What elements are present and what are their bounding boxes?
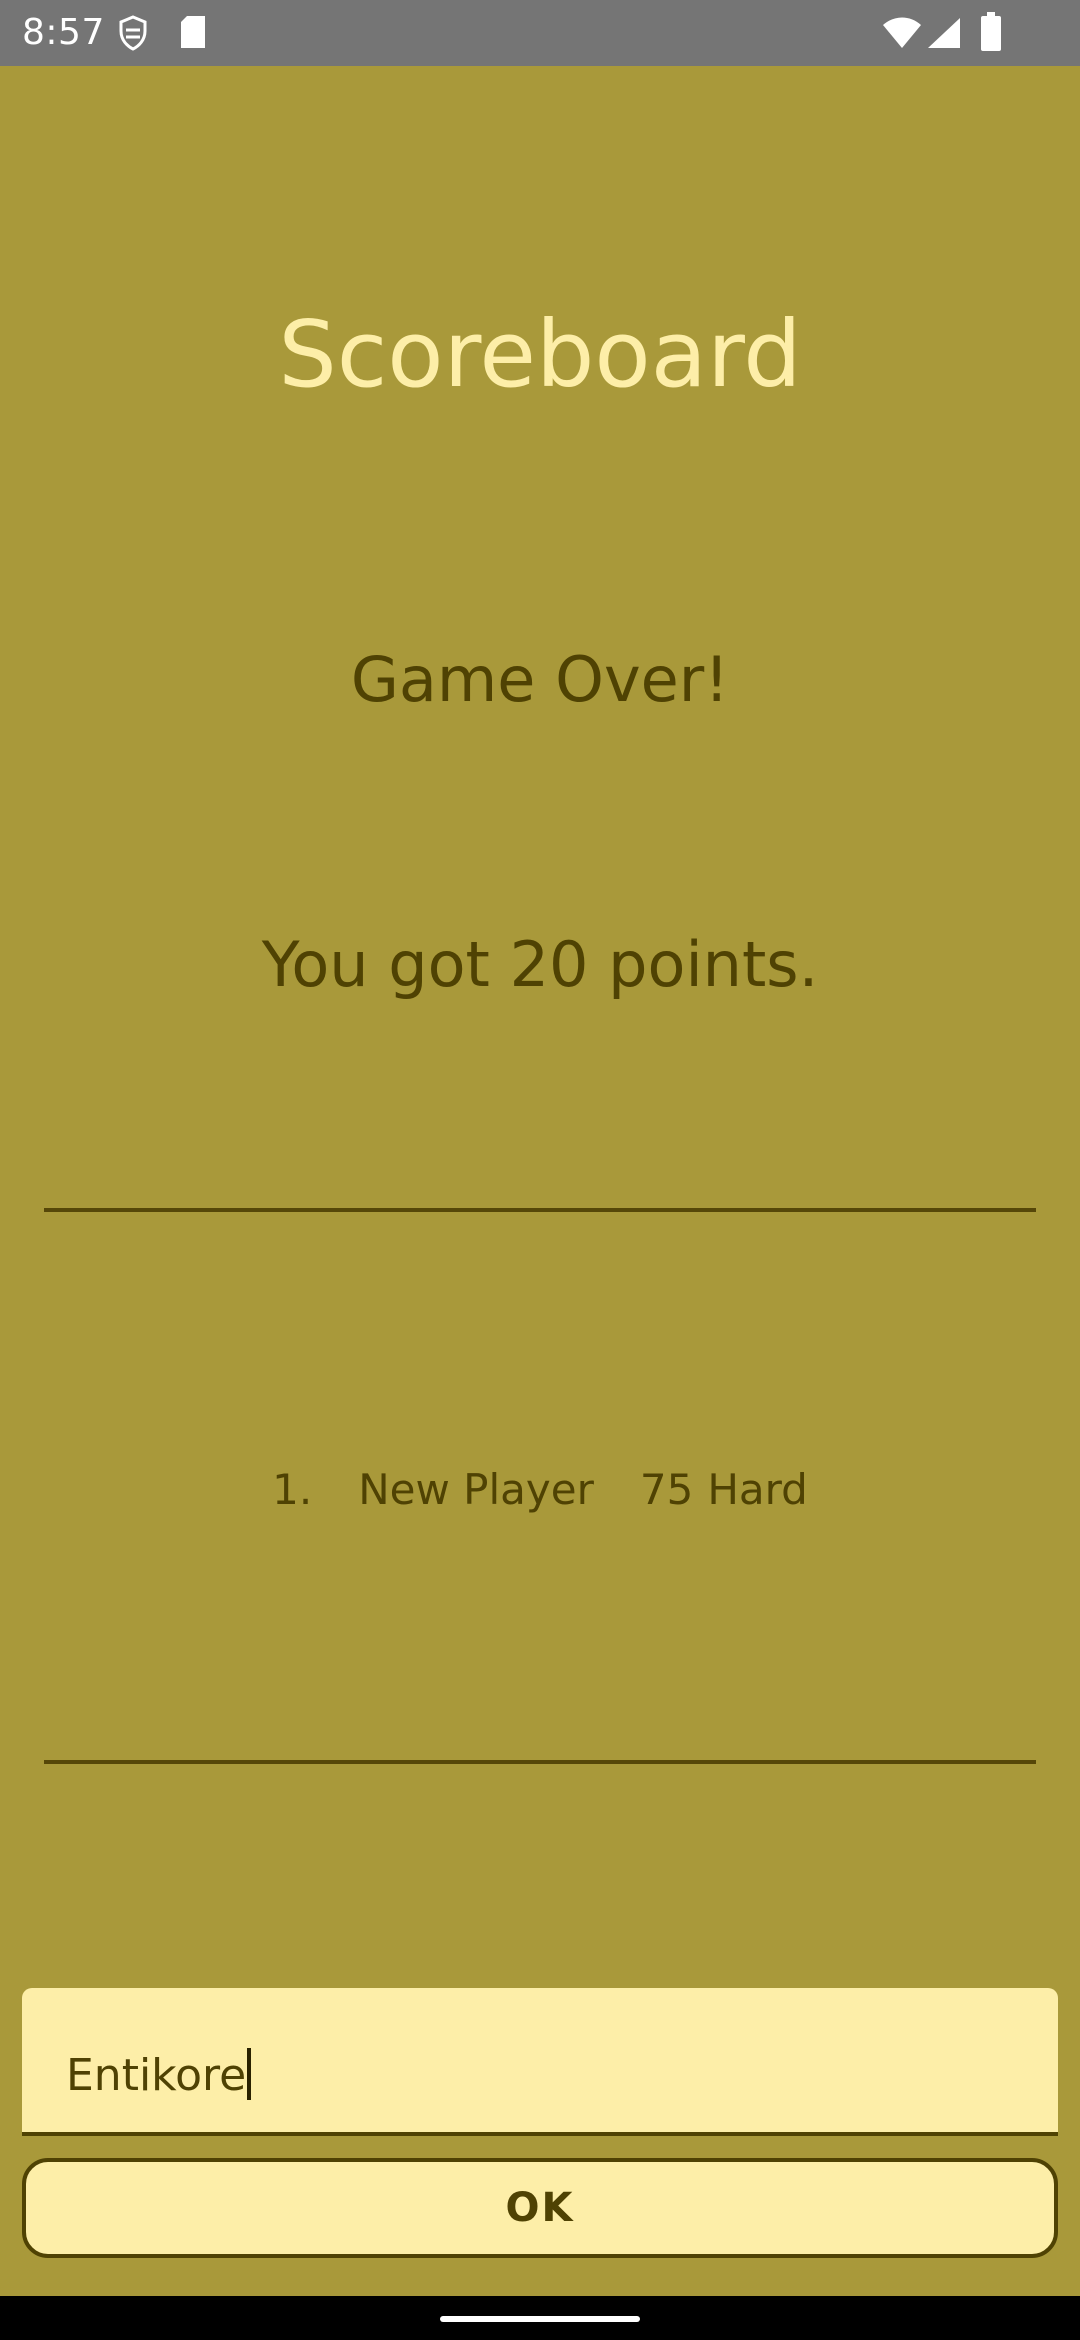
home-gesture-handle[interactable] bbox=[440, 2316, 640, 2322]
score-points: 75 bbox=[639, 1465, 694, 1514]
score-row: 1. New Player 75 Hard bbox=[0, 1460, 1080, 1520]
player-name-text: Entikore bbox=[66, 2050, 247, 2101]
player-name-input[interactable]: Entikore bbox=[22, 1988, 1058, 2136]
points-text: You got 20 points. bbox=[261, 928, 819, 1001]
wifi-icon bbox=[882, 16, 922, 54]
score-player-name: New Player bbox=[358, 1465, 594, 1514]
divider-bottom bbox=[44, 1760, 1036, 1764]
ok-button[interactable]: OK bbox=[22, 2158, 1058, 2258]
score-rank: 1. bbox=[272, 1465, 313, 1514]
player-name-value[interactable]: Entikore bbox=[66, 2046, 252, 2106]
status-bar: 8:57 bbox=[0, 0, 1080, 66]
game-over-text: Game Over! bbox=[350, 643, 730, 716]
divider-top bbox=[44, 1208, 1036, 1212]
text-caret bbox=[247, 2048, 252, 2100]
battery-icon bbox=[980, 12, 1002, 56]
sd-card-icon bbox=[178, 14, 208, 54]
page-title: Scoreboard bbox=[278, 301, 802, 408]
navigation-bar bbox=[0, 2296, 1080, 2340]
shield-notification-icon bbox=[118, 14, 148, 56]
score-difficulty: Hard bbox=[707, 1465, 808, 1514]
status-time: 8:57 bbox=[22, 12, 105, 53]
cellular-signal-icon bbox=[926, 16, 962, 54]
